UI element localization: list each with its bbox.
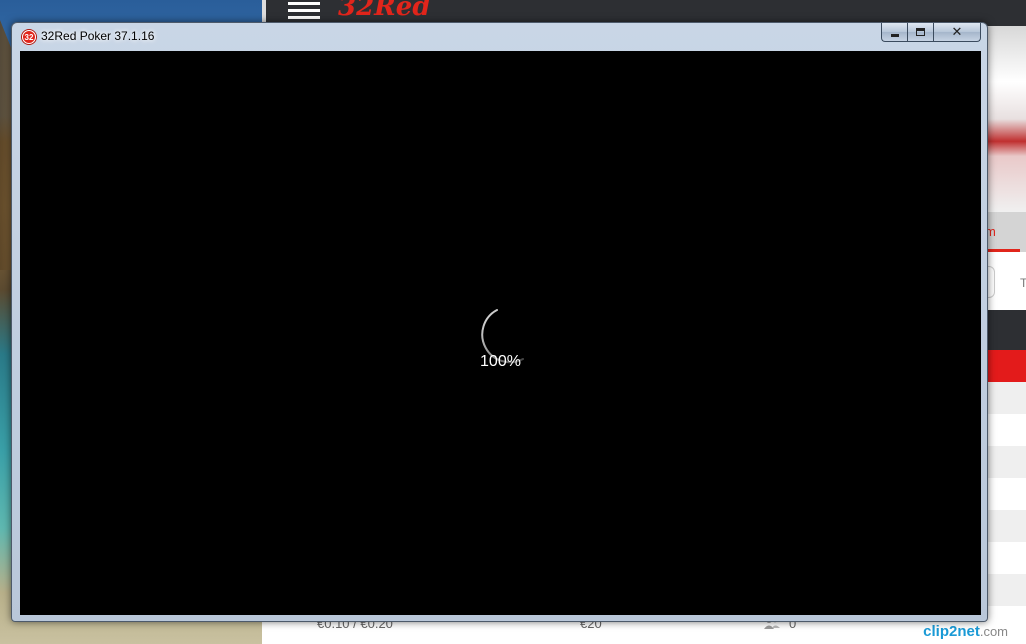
close-icon: ✕: [951, 24, 963, 40]
window-controls: ✕: [881, 23, 981, 42]
close-button[interactable]: ✕: [933, 23, 981, 42]
filter-bar: T: [985, 252, 1026, 310]
maximize-button[interactable]: [907, 23, 933, 42]
32red-logo-icon[interactable]: 32: [22, 30, 36, 44]
loading-screen: 100%: [20, 51, 981, 615]
window-title: 32Red Poker 37.1.16: [41, 29, 155, 43]
table-list: [985, 382, 1026, 606]
table-row[interactable]: [985, 542, 1026, 574]
watermark-main: clip2net: [923, 623, 980, 640]
table-row[interactable]: [985, 414, 1026, 446]
hamburger-menu-icon[interactable]: [288, 2, 320, 20]
lobby-tab[interactable]: m: [985, 212, 1026, 252]
window-titlebar[interactable]: 32 32Red Poker 37.1.16 ✕: [12, 23, 987, 49]
filter-label: T: [1020, 276, 1026, 290]
minimize-icon: [890, 33, 899, 37]
table-header-row: [985, 310, 1026, 350]
watermark: clip2net.com: [919, 623, 1012, 640]
minimize-button[interactable]: [881, 23, 907, 42]
table-row[interactable]: [985, 510, 1026, 542]
maximize-icon: [916, 28, 925, 36]
table-row[interactable]: [985, 574, 1026, 606]
table-row[interactable]: [985, 446, 1026, 478]
loading-progress-text: 100%: [480, 353, 521, 370]
table-row[interactable]: [985, 478, 1026, 510]
promo-banner[interactable]: [985, 26, 1026, 212]
table-row[interactable]: [985, 382, 1026, 414]
poker-client-window[interactable]: 32 32Red Poker 37.1.16 ✕ 100%: [11, 22, 988, 622]
brand-logo[interactable]: 32Red: [338, 0, 431, 22]
selected-table-row[interactable]: [985, 350, 1026, 382]
watermark-suffix: .com: [979, 624, 1008, 639]
